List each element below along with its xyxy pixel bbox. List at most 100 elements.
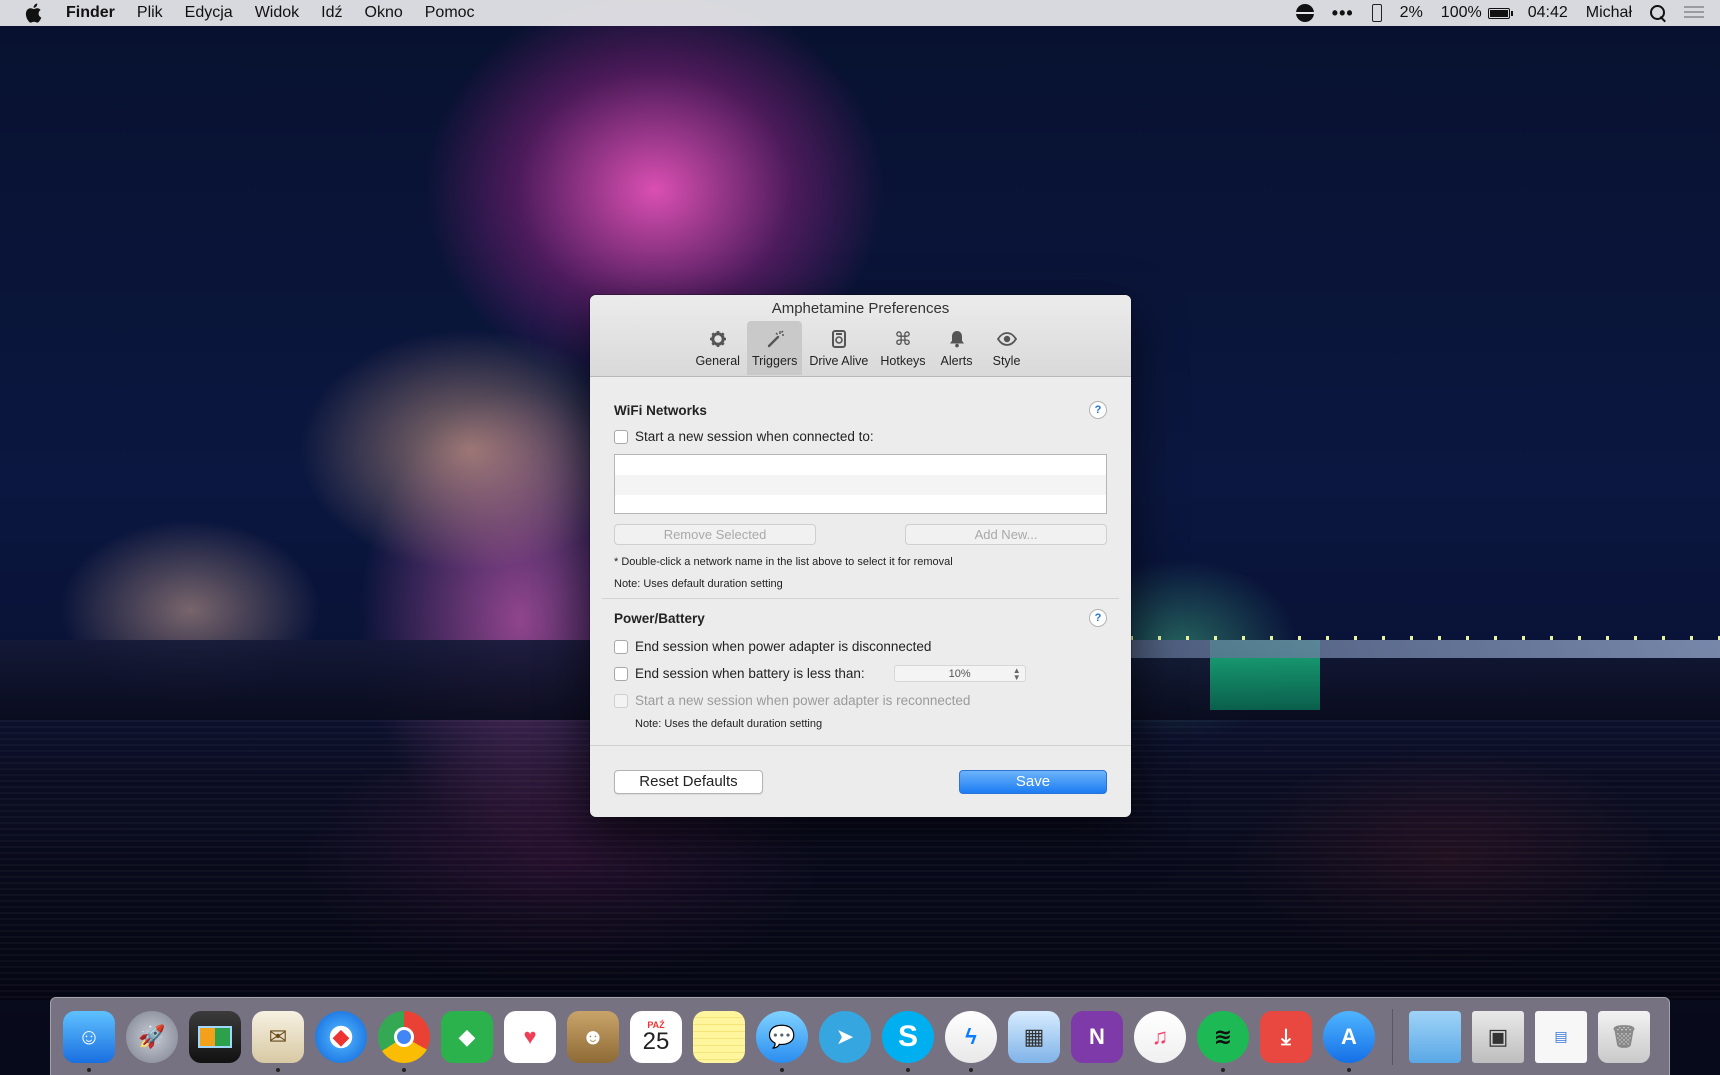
battery-threshold-value: 10% — [948, 667, 971, 680]
wifi-network-list[interactable] — [614, 454, 1107, 514]
tab-general-label: General — [695, 354, 740, 368]
end-adapter-row[interactable]: End session when power adapter is discon… — [614, 637, 1107, 656]
spotify-icon[interactable]: ≋ — [1197, 1010, 1249, 1072]
preferences-toolbar: General Triggers Drive Alive ⌘ Hotkeys A… — [590, 321, 1131, 375]
wifi-start-session-row[interactable]: Start a new session when connected to: — [614, 427, 1107, 446]
feedly-icon[interactable]: ◆ — [441, 1010, 493, 1063]
phone-icon[interactable] — [1371, 4, 1382, 22]
tab-triggers-label: Triggers — [751, 354, 798, 368]
wifi-help-button[interactable]: ? — [1089, 401, 1107, 419]
notification-center-icon[interactable] — [1684, 6, 1704, 20]
magic-wand-icon — [764, 328, 786, 350]
dock-separator — [1392, 1008, 1393, 1065]
power-help-button[interactable]: ? — [1089, 609, 1107, 627]
menu-pomoc[interactable]: Pomoc — [425, 0, 475, 26]
photo-stack-icon[interactable]: ▣ — [1472, 1010, 1524, 1063]
tab-hotkeys[interactable]: ⌘ Hotkeys — [875, 321, 930, 375]
restart-session-label[interactable]: Start a new session when power adapter i… — [635, 693, 970, 708]
tab-hotkeys-label: Hotkeys — [880, 354, 926, 368]
tab-general[interactable]: General — [690, 321, 744, 375]
tab-drive-alive-label: Drive Alive — [809, 354, 869, 368]
end-adapter-label[interactable]: End session when power adapter is discon… — [635, 639, 931, 654]
end-adapter-checkbox[interactable] — [614, 639, 628, 654]
launchpad-icon[interactable]: 🚀 — [126, 1010, 178, 1063]
app-store-icon[interactable]: A — [1323, 1010, 1375, 1072]
tab-style[interactable]: Style — [983, 321, 1031, 375]
apple-menu-icon[interactable] — [24, 3, 46, 23]
downloads-folder-icon[interactable] — [1409, 1010, 1461, 1063]
finder-icon[interactable]: ☺ — [63, 1010, 115, 1072]
dock: ☺ 🚀 ✉ ◆ ◆ ♥ ☻ PAŹ 25 💬 ➤ S ϟ ▦ N ♫ ≋ ⤓ A… — [50, 997, 1670, 1075]
safari-icon[interactable]: ◆ — [315, 1010, 367, 1063]
mission-control-icon[interactable] — [189, 1010, 241, 1063]
user-name[interactable]: Michał — [1586, 4, 1632, 22]
itunes-icon[interactable]: ♫ — [1134, 1010, 1186, 1063]
bridge-lights — [1130, 636, 1720, 640]
contacts-icon[interactable]: ☻ — [567, 1010, 619, 1063]
window-titlebar[interactable]: Amphetamine Preferences General Triggers… — [590, 295, 1131, 377]
reset-defaults-button[interactable]: Reset Defaults — [614, 769, 763, 794]
restart-session-checkbox[interactable] — [614, 693, 628, 708]
amphetamine-status-icon[interactable] — [1295, 4, 1314, 22]
wifi-hint: * Double-click a network name in the lis… — [614, 556, 953, 568]
trash-icon[interactable]: 🗑 — [1598, 1010, 1650, 1063]
wifi-note: Note: Uses default duration setting — [614, 578, 783, 590]
onenote-icon[interactable]: N — [1071, 1010, 1123, 1063]
tab-alerts-label: Alerts — [940, 354, 973, 368]
chrome-icon[interactable] — [378, 1010, 430, 1072]
calendar-day: 25 — [642, 1027, 670, 1055]
calendar-icon[interactable]: PAŹ 25 — [630, 1010, 682, 1063]
gear-icon — [707, 328, 729, 350]
menu-edycja[interactable]: Edycja — [185, 0, 233, 26]
restart-session-row[interactable]: Start a new session when power adapter i… — [614, 691, 1107, 710]
menu-idz[interactable]: Idź — [321, 0, 342, 26]
menu-okno[interactable]: Okno — [365, 0, 403, 26]
end-battery-row[interactable]: End session when battery is less than: 1… — [614, 664, 1107, 683]
documents-stack-icon[interactable]: ▤ — [1535, 1010, 1587, 1063]
menu-plik[interactable]: Plik — [137, 0, 163, 26]
end-battery-checkbox[interactable] — [614, 666, 628, 681]
tab-style-label: Style — [992, 354, 1021, 368]
messages-icon[interactable]: 💬 — [756, 1010, 808, 1072]
wifi-start-session-label[interactable]: Start a new session when connected to: — [635, 429, 874, 444]
phone-battery-text[interactable]: 2% — [1400, 4, 1423, 22]
window-title: Amphetamine Preferences — [771, 300, 950, 317]
end-battery-label[interactable]: End session when battery is less than: — [635, 666, 865, 681]
tab-triggers[interactable]: Triggers — [746, 321, 803, 375]
wifi-start-session-checkbox[interactable] — [614, 429, 628, 444]
drive-icon — [828, 328, 850, 350]
command-key-icon: ⌘ — [893, 328, 912, 349]
wifi-list-buttons: Remove Selected Add New... — [614, 524, 1107, 545]
clock[interactable]: 04:42 — [1528, 4, 1568, 22]
spotlight-search-icon[interactable] — [1650, 5, 1666, 21]
add-new-button[interactable]: Add New... — [905, 524, 1107, 545]
pocket-icon[interactable]: ♥ — [504, 1010, 556, 1063]
bridge — [1130, 640, 1720, 658]
remove-selected-button[interactable]: Remove Selected — [614, 524, 816, 545]
telegram-icon[interactable]: ➤ — [819, 1010, 871, 1063]
save-button[interactable]: Save — [959, 769, 1107, 794]
power-note: Note: Uses the default duration setting — [635, 718, 823, 730]
mail-icon[interactable]: ✉ — [252, 1010, 304, 1072]
power-section-header: Power/Battery ? — [614, 609, 1107, 627]
stepper-arrows-icon[interactable]: ▲ ▼ — [1013, 667, 1021, 682]
triggers-content: WiFi Networks ? Start a new session when… — [590, 377, 1131, 730]
menu-app-name[interactable]: Finder — [66, 0, 115, 26]
menu-bar: Finder Plik Edycja Widok Idź Okno Pomoc … — [0, 0, 1720, 26]
downloader-icon[interactable]: ⤓ — [1260, 1010, 1312, 1063]
battery-icon[interactable] — [1487, 7, 1513, 19]
menu-widok[interactable]: Widok — [255, 0, 299, 26]
messenger-icon[interactable]: ϟ — [945, 1010, 997, 1072]
tab-alerts[interactable]: Alerts — [933, 321, 981, 375]
more-dots-icon[interactable]: ••• — [1332, 3, 1354, 24]
battery-threshold-stepper[interactable]: 10% ▲ ▼ — [893, 665, 1026, 682]
section-divider — [602, 598, 1119, 599]
tab-drive-alive[interactable]: Drive Alive — [804, 321, 873, 375]
preview-icon[interactable]: ▦ — [1008, 1010, 1060, 1063]
notes-icon[interactable] — [693, 1010, 745, 1063]
bell-icon — [946, 328, 968, 350]
wifi-section-header: WiFi Networks ? — [614, 401, 1107, 419]
eye-icon — [996, 328, 1018, 350]
battery-percent[interactable]: 100% — [1441, 4, 1482, 22]
skype-icon[interactable]: S — [882, 1010, 934, 1072]
